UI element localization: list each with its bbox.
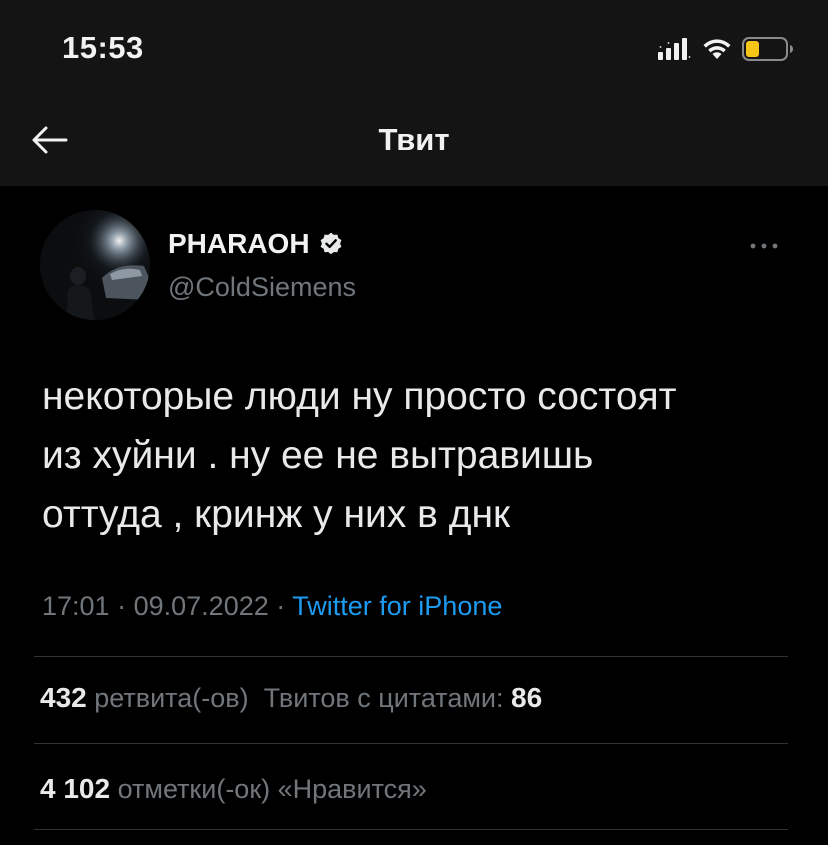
quotes-link[interactable]: Твитов с цитатами: 86 — [263, 682, 543, 713]
author-handle[interactable]: @ColdSiemens — [168, 272, 356, 303]
avatar-photo — [40, 210, 150, 320]
meta-separator: · — [276, 591, 286, 621]
battery-icon — [742, 37, 793, 61]
quotes-count: 86 — [511, 682, 543, 713]
more-dots-icon — [750, 243, 778, 249]
retweets-link[interactable]: 432 ретвита(-ов) — [40, 682, 249, 713]
tweet-date: 09.07.2022 — [133, 591, 269, 621]
status-icons — [658, 36, 794, 62]
divider — [34, 829, 788, 830]
cellular-signal-icon — [658, 38, 691, 60]
status-time: 15:53 — [62, 30, 144, 65]
wifi-icon — [703, 39, 731, 59]
divider — [34, 743, 788, 744]
divider — [34, 656, 788, 657]
tweet-time: 17:01 — [42, 591, 110, 621]
more-options-button[interactable] — [744, 236, 784, 256]
status-bar: 15:53 — [0, 0, 828, 100]
likes-link[interactable]: 4 102 отметки(-ок) «Нравится» — [40, 773, 427, 804]
retweets-count: 432 — [40, 682, 87, 713]
meta-separator: · — [117, 591, 127, 621]
page-title: Твит — [378, 122, 450, 157]
author-display-name: PHARAOH — [168, 228, 310, 259]
verified-badge-icon — [320, 232, 341, 255]
tweet-meta: 17:01 · 09.07.2022 · Twitter for iPhone — [42, 591, 502, 622]
retweets-label: ретвита(-ов) — [94, 683, 249, 713]
author-name[interactable]: PHARAOH — [168, 228, 344, 260]
tweet-text: некоторые люди ну просто состоят из хуйн… — [42, 375, 677, 536]
tweet-detail: PHARAOH @ColdSiemens некоторые люди ну п… — [0, 186, 828, 845]
navigation-header: Твит — [0, 100, 828, 186]
quotes-label: Твитов с цитатами: — [263, 683, 504, 713]
like-stats: 4 102 отметки(-ок) «Нравится» — [40, 773, 427, 805]
likes-label: отметки(-ок) «Нравится» — [117, 774, 427, 804]
tweet-source-link[interactable]: Twitter for iPhone — [292, 591, 502, 621]
avatar[interactable] — [40, 210, 150, 320]
retweet-stats: 432 ретвита(-ов) Твитов с цитатами: 86 — [40, 682, 542, 714]
likes-count: 4 102 — [40, 773, 111, 804]
